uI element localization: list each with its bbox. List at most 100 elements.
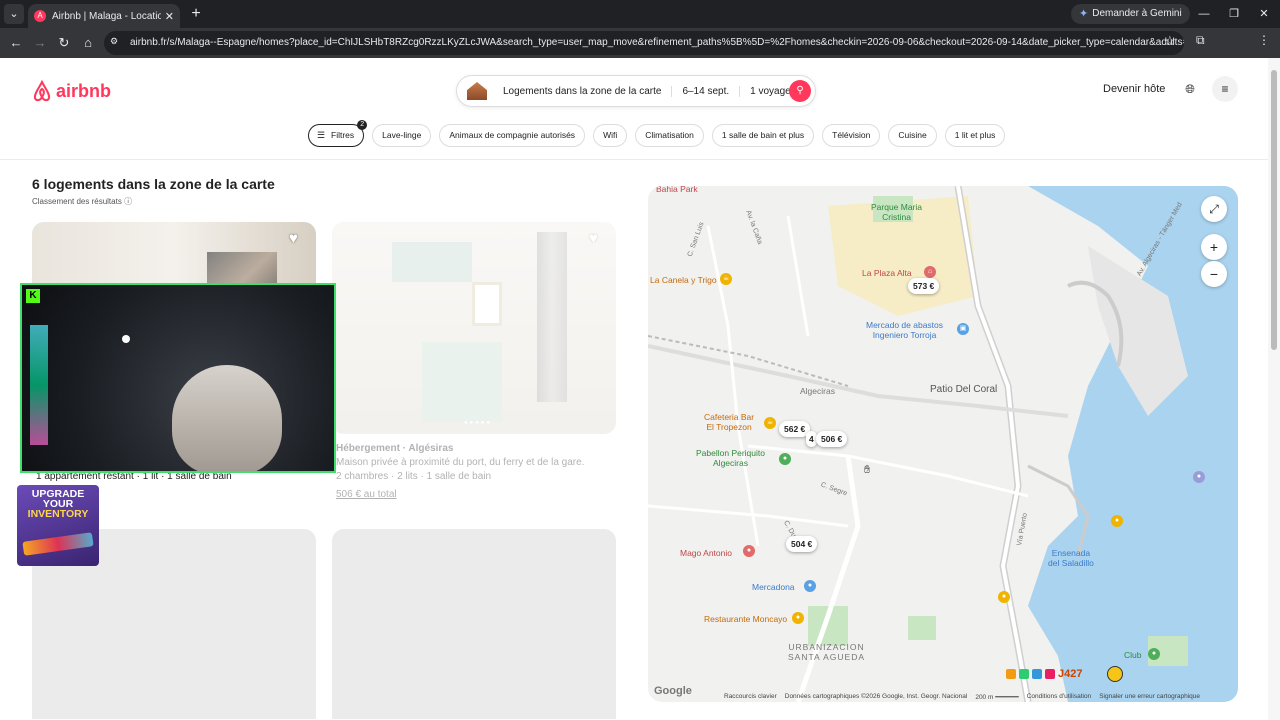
harbor-pin-icon[interactable]: ● bbox=[998, 591, 1010, 603]
bar-pin-icon[interactable]: ☕︎ bbox=[764, 417, 776, 429]
address-bar[interactable]: airbnb.fr/s/Malaga--Espagne/homes?place_… bbox=[104, 31, 1184, 55]
globe-icon[interactable]: 🌐︎ bbox=[1180, 79, 1200, 99]
listing-card-2-image[interactable]: ♥ ●●●●● bbox=[332, 222, 616, 434]
badge-pink-icon bbox=[1045, 669, 1055, 679]
kick-logo-icon: K bbox=[26, 289, 40, 303]
site-settings-icon[interactable]: ⚙ bbox=[110, 36, 118, 47]
sports-pin-icon[interactable]: ● bbox=[779, 453, 791, 465]
sliders-icon: ☰ bbox=[317, 130, 326, 140]
results-heading: 6 logements dans la zone de la carte bbox=[32, 176, 275, 192]
shop-pin-icon[interactable]: ● bbox=[743, 545, 755, 557]
terms-link[interactable]: Conditions d'utilisation bbox=[1027, 693, 1091, 701]
map-label-restaurante[interactable]: Restaurante Moncayo bbox=[704, 614, 787, 624]
bookmark-star-icon[interactable]: ☆ bbox=[1164, 33, 1176, 49]
minimize-icon[interactable]: — bbox=[1194, 4, 1214, 24]
kitchen-counter bbox=[422, 342, 502, 422]
cafe-pin-icon[interactable]: ☕︎ bbox=[720, 273, 732, 285]
map-label-cafeteria[interactable]: Cafeteria Bar El Tropezon bbox=[704, 412, 754, 432]
forward-arrow-icon[interactable]: → bbox=[30, 33, 50, 53]
report-error-link[interactable]: Signaler une erreur cartographique bbox=[1099, 693, 1200, 701]
beach-bar-pin-icon[interactable]: ● bbox=[1111, 515, 1123, 527]
more-menu-icon[interactable]: ⋮ bbox=[1258, 33, 1270, 47]
reload-icon[interactable]: ↻ bbox=[54, 33, 74, 53]
map-footer: Raccourcis clavier Données cartographiqu… bbox=[724, 693, 1200, 701]
tab-title: Airbnb | Malaga - Locations de bbox=[52, 10, 161, 22]
house-icon bbox=[467, 82, 487, 100]
zoom-in-button[interactable]: + bbox=[1201, 234, 1227, 260]
keyboard-shortcuts-link[interactable]: Raccourcis clavier bbox=[724, 693, 777, 701]
price-marker-573[interactable]: 573 € bbox=[908, 278, 940, 294]
listing-2-price[interactable]: 506 € au total bbox=[336, 489, 397, 500]
chip-tv[interactable]: Télévision bbox=[822, 124, 881, 147]
price-marker-506[interactable]: 506 € bbox=[816, 431, 848, 447]
new-tab-icon[interactable]: + bbox=[188, 4, 204, 24]
map-label-canela[interactable]: La Canela y Trigo bbox=[650, 275, 717, 285]
extensions-icon[interactable]: ⧉ bbox=[1196, 33, 1205, 48]
listing-2-details: 2 chambres · 2 lits · 1 salle de bain bbox=[336, 471, 492, 482]
fullscreen-icon[interactable]: ⤢ bbox=[1201, 196, 1227, 222]
map-label-club[interactable]: Club bbox=[1124, 650, 1141, 660]
become-host-link[interactable]: Devenir hôte bbox=[1103, 83, 1165, 95]
listing-2-title[interactable]: Hébergement · Algésiras bbox=[336, 443, 453, 454]
wishlist-heart-icon[interactable]: ♥ bbox=[289, 230, 298, 247]
club-pin-icon[interactable]: ● bbox=[1148, 648, 1160, 660]
chip-ac[interactable]: Climatisation bbox=[635, 124, 704, 147]
map-label-algeciras-station[interactable]: Algeciras bbox=[800, 386, 835, 396]
restore-icon[interactable]: ❐ bbox=[1224, 4, 1244, 24]
map-label-mercadona[interactable]: Mercadona bbox=[752, 582, 795, 592]
supermarket-pin-icon[interactable]: ● bbox=[804, 580, 816, 592]
promo-line-3: INVENTORY bbox=[27, 508, 89, 520]
close-tab-icon[interactable]: ✕ bbox=[165, 10, 174, 23]
weapon-skin-image bbox=[22, 532, 94, 556]
search-bar[interactable]: Logements dans la zone de la carte 6–14 … bbox=[456, 75, 816, 107]
badge-text: J427 bbox=[1058, 668, 1083, 680]
search-location[interactable]: Logements dans la zone de la carte bbox=[493, 85, 673, 97]
results-ranking-link[interactable]: Classement des résultats ⓘ bbox=[32, 196, 132, 207]
chip-washer[interactable]: Lave-linge bbox=[372, 124, 432, 147]
food-pin-icon[interactable]: ● bbox=[792, 612, 804, 624]
scrollbar-thumb[interactable] bbox=[1271, 70, 1277, 350]
chip-pets[interactable]: Animaux de compagnie autorisés bbox=[439, 124, 586, 147]
airbnb-header: airbnb Logements dans la zone de la cart… bbox=[0, 58, 1268, 160]
streamer-figure bbox=[172, 365, 282, 471]
browser-tabbar: ⌄ A Airbnb | Malaga - Locations de ✕ + ✦… bbox=[0, 0, 1280, 28]
search-icon[interactable]: ⚲ bbox=[789, 80, 811, 102]
restaurant-pin-icon[interactable]: ⌂ bbox=[924, 266, 936, 278]
map-label-pabellon[interactable]: Pabellon Periquito Algeciras bbox=[696, 448, 765, 468]
filters-label: Filtres bbox=[331, 130, 355, 140]
market-pin-icon[interactable]: ▣ bbox=[957, 323, 969, 335]
browser-tab-airbnb[interactable]: A Airbnb | Malaga - Locations de ✕ bbox=[28, 4, 180, 28]
ferry-pin-icon[interactable]: ● bbox=[1193, 471, 1205, 483]
page-scrollbar[interactable] bbox=[1268, 58, 1280, 720]
map-label-bahia-park[interactable]: Bahia Park bbox=[656, 186, 698, 194]
close-window-icon[interactable]: ✕ bbox=[1254, 4, 1274, 24]
tab-list-icon[interactable]: ⌄ bbox=[4, 4, 24, 24]
wishlist-heart-icon[interactable]: ♥ bbox=[589, 230, 598, 247]
map-label-plaza-alta[interactable]: La Plaza Alta bbox=[862, 268, 912, 278]
chip-bathroom[interactable]: 1 salle de bain et plus bbox=[711, 124, 815, 147]
map[interactable]: Bahia Park Parque Maria Cristina La Plaz… bbox=[648, 186, 1238, 702]
airbnb-logo[interactable]: airbnb bbox=[32, 80, 111, 102]
curtain bbox=[537, 232, 567, 402]
carousel-dots[interactable]: ●●●●● bbox=[464, 420, 492, 426]
google-logo[interactable]: Google bbox=[654, 685, 692, 697]
lamp-light bbox=[122, 335, 130, 343]
hamburger-menu-icon[interactable]: ≡ bbox=[1212, 76, 1238, 102]
map-label-mercado[interactable]: Mercado de abastos Ingeniero Torroja bbox=[866, 320, 943, 340]
gemini-label: Demander à Gemini bbox=[1092, 8, 1182, 19]
home-icon[interactable]: ⌂ bbox=[78, 33, 98, 53]
listing-2-description: Maison privée à proximité du port, du fe… bbox=[336, 457, 585, 468]
chip-kitchen[interactable]: Cuisine bbox=[888, 124, 937, 147]
rgb-light bbox=[30, 325, 48, 445]
back-arrow-icon[interactable]: ← bbox=[6, 33, 26, 53]
chip-bed[interactable]: 1 lit et plus bbox=[944, 124, 1006, 147]
search-dates[interactable]: 6–14 sept. bbox=[672, 85, 741, 97]
map-scale: 200 m ━━━━━━ bbox=[975, 694, 1019, 701]
map-label-parque[interactable]: Parque Maria Cristina bbox=[871, 202, 922, 222]
price-marker-504[interactable]: 504 € bbox=[786, 536, 818, 552]
map-label-mago-antonio[interactable]: Mago Antonio bbox=[680, 548, 732, 558]
zoom-out-button[interactable]: − bbox=[1201, 261, 1227, 287]
ask-gemini-button[interactable]: ✦ Demander à Gemini bbox=[1071, 4, 1190, 24]
chip-wifi[interactable]: Wifi bbox=[593, 124, 628, 147]
filters-button[interactable]: ☰ Filtres 2 bbox=[308, 120, 368, 147]
